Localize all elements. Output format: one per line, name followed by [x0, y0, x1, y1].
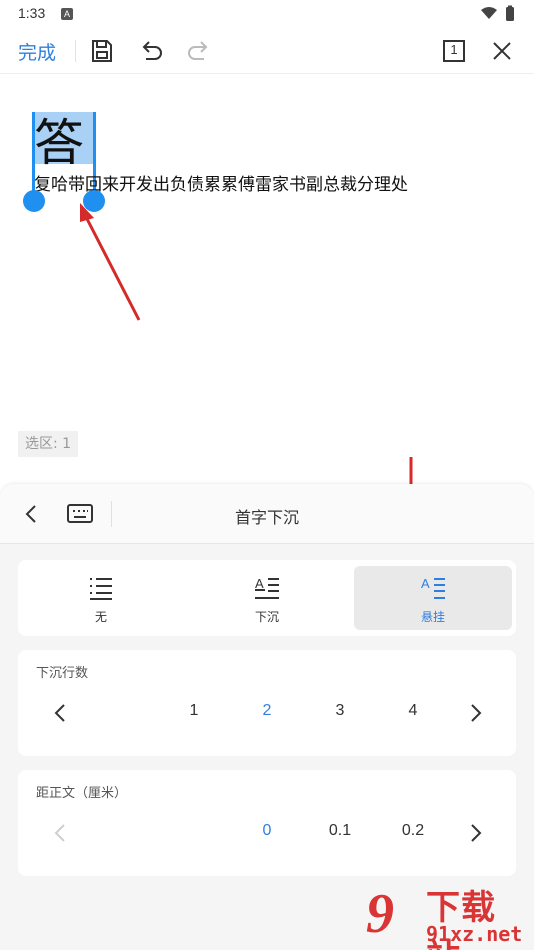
lines-option-2[interactable]: 2: [247, 702, 287, 720]
lines-option-3[interactable]: 3: [320, 702, 360, 720]
lines-prev-icon[interactable]: [50, 702, 72, 724]
distance-option-0-1[interactable]: 0.1: [320, 822, 360, 840]
annotation-arrows: [80, 203, 418, 541]
lines-next-icon[interactable]: [464, 702, 486, 724]
distance-option-0[interactable]: 0: [247, 822, 287, 840]
drop-lines-card: 下沉行数 1 2 3 4: [18, 650, 516, 756]
watermark-domain: 91xz.net: [426, 922, 523, 946]
option-drop-label: 下沉: [254, 610, 279, 624]
distance-card: 距正文（厘米） 0 0.1 0.2: [18, 770, 516, 876]
option-hanging-label: 悬挂: [420, 610, 445, 624]
svg-text:A: A: [421, 576, 430, 591]
selection-count-badge: 选区: 1: [18, 431, 79, 457]
distance-next-icon[interactable]: [464, 822, 486, 844]
option-drop[interactable]: A 下沉: [188, 566, 346, 630]
distance-option-0-2[interactable]: 0.2: [393, 822, 433, 840]
panel-header: 首字下沉: [0, 484, 534, 544]
svg-text:A: A: [255, 576, 264, 591]
drop-lines-title: 下沉行数: [36, 666, 89, 681]
drop-cap-style-card: 无 A 下沉 A 悬挂: [18, 560, 516, 636]
distance-title: 距正文（厘米）: [36, 786, 128, 801]
no-drop-cap-icon: [90, 578, 112, 600]
option-none-label: 无: [94, 610, 107, 624]
option-hanging[interactable]: A 悬挂: [354, 566, 512, 630]
watermark-logo: 9 下载站 91xz.net: [366, 878, 526, 950]
lines-option-1[interactable]: 1: [174, 702, 214, 720]
watermark-mark: 9: [366, 883, 394, 945]
hanging-cap-icon: A: [421, 576, 445, 599]
panel-title: 首字下沉: [234, 508, 299, 527]
lines-option-4[interactable]: 4: [393, 702, 433, 720]
option-none[interactable]: 无: [22, 566, 180, 630]
drop-cap-icon: A: [255, 576, 279, 599]
distance-prev-icon[interactable]: [50, 822, 72, 844]
